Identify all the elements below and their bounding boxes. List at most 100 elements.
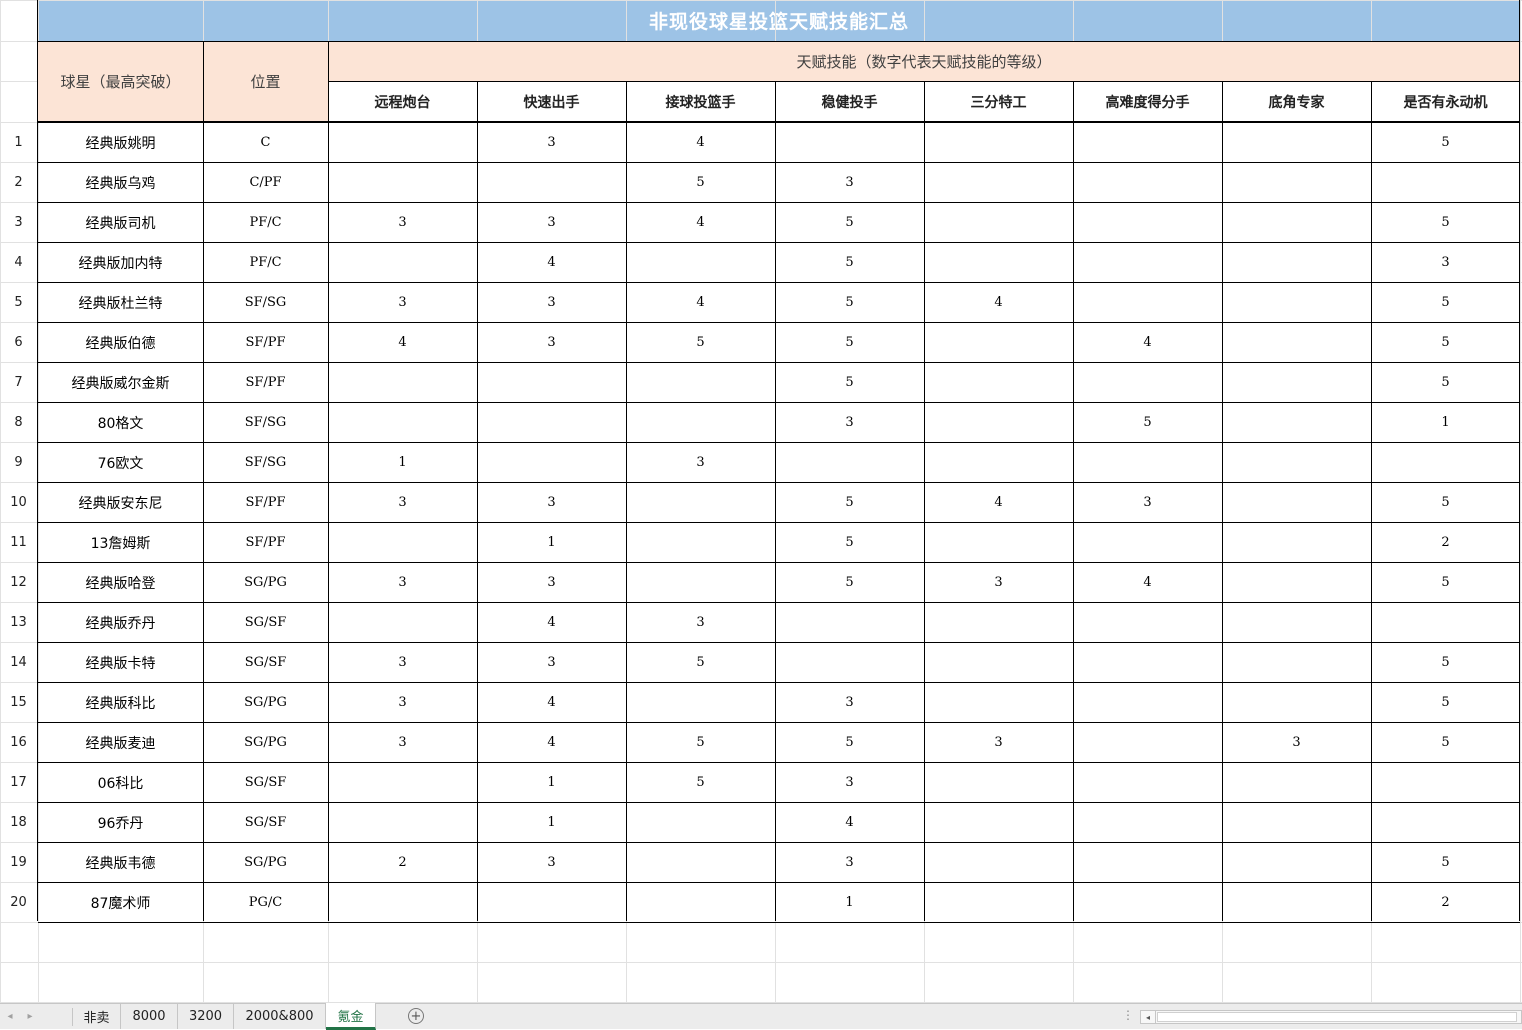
cell-talent-level[interactable]: 3 (477, 283, 626, 322)
cell-talent-level[interactable] (1371, 163, 1520, 202)
cell-talent-level[interactable]: 3 (775, 163, 924, 202)
cell-talent-level[interactable] (924, 363, 1073, 402)
cell-talent-level[interactable]: 5 (775, 243, 924, 282)
cell-position[interactable]: SF/PF (203, 363, 328, 402)
row-number[interactable]: 15 (0, 683, 37, 722)
row-number[interactable]: 14 (0, 643, 37, 682)
cell-talent-level[interactable]: 4 (477, 683, 626, 722)
cell-talent-level[interactable] (1222, 563, 1371, 602)
cell-position[interactable]: SF/SG (203, 443, 328, 482)
cell-talent-level[interactable] (1222, 163, 1371, 202)
cell-player-name[interactable]: 经典版杜兰特 (38, 283, 203, 322)
cell-talent-level[interactable] (775, 603, 924, 642)
cell-talent-level[interactable]: 3 (328, 283, 477, 322)
cell-talent-level[interactable]: 5 (1371, 483, 1520, 522)
cell-talent-level[interactable] (1222, 843, 1371, 882)
cell-player-name[interactable]: 经典版司机 (38, 203, 203, 242)
tab-kejin[interactable]: 氪金 (326, 1003, 376, 1030)
cell-talent-level[interactable]: 4 (477, 243, 626, 282)
row-number[interactable]: 2 (0, 163, 37, 202)
cell-talent-level[interactable] (626, 563, 775, 602)
cell-talent-level[interactable]: 4 (477, 603, 626, 642)
cell-talent-level[interactable]: 3 (477, 643, 626, 682)
row-number[interactable]: 13 (0, 603, 37, 642)
cell-talent-level[interactable] (924, 443, 1073, 482)
cell-talent-level[interactable] (477, 403, 626, 442)
cell-position[interactable]: SG/PG (203, 683, 328, 722)
cell-talent-level[interactable]: 5 (775, 523, 924, 562)
cell-talent-level[interactable] (924, 763, 1073, 802)
cell-player-name[interactable]: 经典版韦德 (38, 843, 203, 882)
cell-player-name[interactable]: 经典版科比 (38, 683, 203, 722)
cell-talent-level[interactable]: 3 (477, 843, 626, 882)
cell-talent-level[interactable] (924, 643, 1073, 682)
cell-player-name[interactable]: 80格文 (38, 403, 203, 442)
cell-talent-level[interactable]: 5 (626, 163, 775, 202)
cell-talent-level[interactable]: 3 (328, 203, 477, 242)
cell-talent-level[interactable]: 4 (1073, 323, 1222, 362)
cell-talent-level[interactable] (1222, 403, 1371, 442)
cell-talent-level[interactable]: 5 (626, 643, 775, 682)
cell-talent-level[interactable] (775, 123, 924, 162)
row-number[interactable]: 3 (0, 203, 37, 242)
cell-talent-level[interactable] (626, 523, 775, 562)
row-number[interactable]: 4 (0, 243, 37, 282)
header-talent-col[interactable]: 是否有永动机 (1371, 82, 1520, 122)
cell-talent-level[interactable]: 4 (328, 323, 477, 362)
cell-player-name[interactable]: 经典版加内特 (38, 243, 203, 282)
cell-player-name[interactable]: 经典版安东尼 (38, 483, 203, 522)
cell-talent-level[interactable] (626, 683, 775, 722)
cell-talent-level[interactable] (1222, 243, 1371, 282)
cell-position[interactable]: PG/C (203, 883, 328, 922)
cell-talent-level[interactable] (328, 523, 477, 562)
cell-talent-level[interactable]: 3 (1073, 483, 1222, 522)
cell-talent-level[interactable] (477, 443, 626, 482)
cell-talent-level[interactable]: 1 (1371, 403, 1520, 442)
cell-talent-level[interactable]: 3 (328, 483, 477, 522)
cell-player-name[interactable]: 经典版哈登 (38, 563, 203, 602)
cell-talent-level[interactable] (477, 363, 626, 402)
more-options-icon[interactable]: ⋮ (1122, 1008, 1134, 1022)
cell-talent-level[interactable] (1222, 203, 1371, 242)
cell-talent-level[interactable] (1073, 603, 1222, 642)
cell-talent-level[interactable]: 1 (477, 523, 626, 562)
cell-talent-level[interactable] (1073, 443, 1222, 482)
cell-talent-level[interactable]: 5 (775, 723, 924, 762)
cell-talent-level[interactable] (924, 163, 1073, 202)
cell-talent-level[interactable]: 3 (477, 203, 626, 242)
cell-position[interactable]: SF/SG (203, 403, 328, 442)
cell-talent-level[interactable]: 5 (775, 483, 924, 522)
tab-prev-icon[interactable]: ◂ (0, 1004, 20, 1029)
header-player[interactable]: 球星（最高突破） (38, 41, 203, 122)
cell-talent-level[interactable]: 3 (775, 763, 924, 802)
row-number[interactable]: 16 (0, 723, 37, 762)
cell-talent-level[interactable]: 3 (775, 843, 924, 882)
cell-talent-level[interactable] (924, 883, 1073, 922)
cell-player-name[interactable]: 96乔丹 (38, 803, 203, 842)
cell-talent-level[interactable]: 5 (775, 563, 924, 602)
cell-player-name[interactable]: 经典版卡特 (38, 643, 203, 682)
row-number[interactable]: 20 (0, 883, 37, 922)
cell-talent-level[interactable] (1371, 803, 1520, 842)
row-number[interactable]: 5 (0, 283, 37, 322)
cell-talent-level[interactable] (328, 603, 477, 642)
cell-talent-level[interactable] (1222, 603, 1371, 642)
cell-talent-level[interactable] (1073, 203, 1222, 242)
cell-talent-level[interactable] (328, 403, 477, 442)
cell-player-name[interactable]: 06科比 (38, 763, 203, 802)
cell-talent-level[interactable] (328, 243, 477, 282)
cell-talent-level[interactable]: 3 (477, 323, 626, 362)
row-number[interactable]: 12 (0, 563, 37, 602)
cell-talent-level[interactable]: 4 (924, 283, 1073, 322)
cell-talent-level[interactable]: 4 (626, 283, 775, 322)
cell-position[interactable]: SG/SF (203, 763, 328, 802)
cell-position[interactable]: SG/PG (203, 843, 328, 882)
cell-talent-level[interactable] (1222, 363, 1371, 402)
cell-talent-level[interactable] (1073, 243, 1222, 282)
cell-talent-level[interactable] (924, 323, 1073, 362)
row-number[interactable]: 11 (0, 523, 37, 562)
cell-player-name[interactable]: 经典版伯德 (38, 323, 203, 362)
cell-talent-level[interactable] (1222, 643, 1371, 682)
cell-talent-level[interactable] (1222, 483, 1371, 522)
cell-talent-level[interactable]: 1 (477, 803, 626, 842)
